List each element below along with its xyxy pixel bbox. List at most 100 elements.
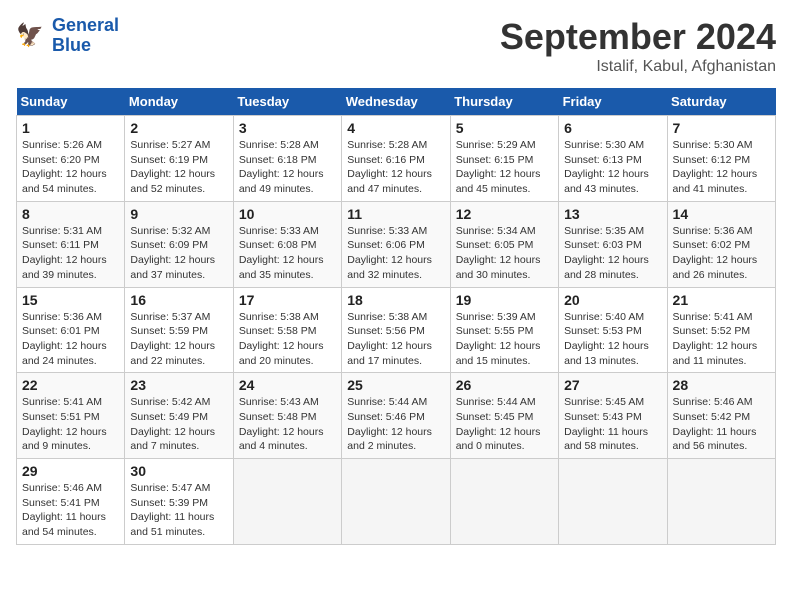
calendar-cell xyxy=(342,459,450,545)
daylight-label: Daylight: 11 hours and 56 minutes. xyxy=(673,426,757,453)
day-detail: Sunrise: 5:46 AM Sunset: 5:42 PM Dayligh… xyxy=(673,395,770,454)
page-header: 🦅 General Blue September 2024 Istalif, K… xyxy=(16,16,776,76)
day-number: 5 xyxy=(456,120,553,136)
daylight-label: Daylight: 12 hours and 49 minutes. xyxy=(239,168,324,195)
weekday-header: Friday xyxy=(559,88,667,116)
day-number: 3 xyxy=(239,120,336,136)
calendar-cell: 1 Sunrise: 5:26 AM Sunset: 6:20 PM Dayli… xyxy=(17,116,125,202)
day-number: 24 xyxy=(239,377,336,393)
day-number: 18 xyxy=(347,292,444,308)
sunrise-label: Sunrise: 5:44 AM xyxy=(347,396,427,408)
svg-text:🦅: 🦅 xyxy=(16,21,44,47)
calendar-week-row: 29 Sunrise: 5:46 AM Sunset: 5:41 PM Dayl… xyxy=(17,459,776,545)
sunset-label: Sunset: 6:20 PM xyxy=(22,154,100,166)
day-detail: Sunrise: 5:46 AM Sunset: 5:41 PM Dayligh… xyxy=(22,481,119,540)
sunrise-label: Sunrise: 5:34 AM xyxy=(456,225,536,237)
day-number: 22 xyxy=(22,377,119,393)
daylight-label: Daylight: 12 hours and 24 minutes. xyxy=(22,340,107,367)
sunset-label: Sunset: 6:15 PM xyxy=(456,154,534,166)
daylight-label: Daylight: 12 hours and 15 minutes. xyxy=(456,340,541,367)
day-number: 7 xyxy=(673,120,770,136)
day-detail: Sunrise: 5:41 AM Sunset: 5:51 PM Dayligh… xyxy=(22,395,119,454)
day-detail: Sunrise: 5:36 AM Sunset: 6:02 PM Dayligh… xyxy=(673,224,770,283)
sunrise-label: Sunrise: 5:46 AM xyxy=(22,482,102,494)
sunset-label: Sunset: 5:43 PM xyxy=(564,411,642,423)
daylight-label: Daylight: 12 hours and 26 minutes. xyxy=(673,254,758,281)
day-detail: Sunrise: 5:33 AM Sunset: 6:06 PM Dayligh… xyxy=(347,224,444,283)
calendar-cell: 27 Sunrise: 5:45 AM Sunset: 5:43 PM Dayl… xyxy=(559,373,667,459)
sunrise-label: Sunrise: 5:33 AM xyxy=(239,225,319,237)
day-detail: Sunrise: 5:45 AM Sunset: 5:43 PM Dayligh… xyxy=(564,395,661,454)
daylight-label: Daylight: 12 hours and 13 minutes. xyxy=(564,340,649,367)
logo-line1: General xyxy=(52,15,119,35)
day-number: 27 xyxy=(564,377,661,393)
sunrise-label: Sunrise: 5:30 AM xyxy=(564,139,644,151)
sunset-label: Sunset: 5:59 PM xyxy=(130,325,208,337)
sunset-label: Sunset: 6:16 PM xyxy=(347,154,425,166)
day-number: 16 xyxy=(130,292,227,308)
day-number: 25 xyxy=(347,377,444,393)
day-detail: Sunrise: 5:44 AM Sunset: 5:46 PM Dayligh… xyxy=(347,395,444,454)
calendar-cell: 23 Sunrise: 5:42 AM Sunset: 5:49 PM Dayl… xyxy=(125,373,233,459)
sunrise-label: Sunrise: 5:40 AM xyxy=(564,311,644,323)
sunset-label: Sunset: 6:01 PM xyxy=(22,325,100,337)
day-detail: Sunrise: 5:28 AM Sunset: 6:16 PM Dayligh… xyxy=(347,138,444,197)
calendar-cell: 24 Sunrise: 5:43 AM Sunset: 5:48 PM Dayl… xyxy=(233,373,341,459)
calendar-week-row: 15 Sunrise: 5:36 AM Sunset: 6:01 PM Dayl… xyxy=(17,287,776,373)
calendar-cell: 15 Sunrise: 5:36 AM Sunset: 6:01 PM Dayl… xyxy=(17,287,125,373)
sunrise-label: Sunrise: 5:39 AM xyxy=(456,311,536,323)
calendar-header-row: SundayMondayTuesdayWednesdayThursdayFrid… xyxy=(17,88,776,116)
day-detail: Sunrise: 5:35 AM Sunset: 6:03 PM Dayligh… xyxy=(564,224,661,283)
daylight-label: Daylight: 12 hours and 4 minutes. xyxy=(239,426,324,453)
calendar-week-row: 1 Sunrise: 5:26 AM Sunset: 6:20 PM Dayli… xyxy=(17,116,776,202)
day-number: 6 xyxy=(564,120,661,136)
day-detail: Sunrise: 5:39 AM Sunset: 5:55 PM Dayligh… xyxy=(456,310,553,369)
day-detail: Sunrise: 5:37 AM Sunset: 5:59 PM Dayligh… xyxy=(130,310,227,369)
daylight-label: Daylight: 12 hours and 2 minutes. xyxy=(347,426,432,453)
calendar-cell: 30 Sunrise: 5:47 AM Sunset: 5:39 PM Dayl… xyxy=(125,459,233,545)
calendar-cell: 3 Sunrise: 5:28 AM Sunset: 6:18 PM Dayli… xyxy=(233,116,341,202)
day-number: 1 xyxy=(22,120,119,136)
title-block: September 2024 Istalif, Kabul, Afghanist… xyxy=(500,16,776,76)
day-number: 30 xyxy=(130,463,227,479)
daylight-label: Daylight: 12 hours and 37 minutes. xyxy=(130,254,215,281)
sunset-label: Sunset: 6:03 PM xyxy=(564,239,642,251)
daylight-label: Daylight: 12 hours and 45 minutes. xyxy=(456,168,541,195)
calendar-cell: 14 Sunrise: 5:36 AM Sunset: 6:02 PM Dayl… xyxy=(667,201,775,287)
logo: 🦅 General Blue xyxy=(16,16,119,56)
logo-text: General Blue xyxy=(52,16,119,56)
calendar-cell: 9 Sunrise: 5:32 AM Sunset: 6:09 PM Dayli… xyxy=(125,201,233,287)
sunset-label: Sunset: 5:53 PM xyxy=(564,325,642,337)
sunrise-label: Sunrise: 5:32 AM xyxy=(130,225,210,237)
sunrise-label: Sunrise: 5:26 AM xyxy=(22,139,102,151)
calendar-cell: 5 Sunrise: 5:29 AM Sunset: 6:15 PM Dayli… xyxy=(450,116,558,202)
sunrise-label: Sunrise: 5:31 AM xyxy=(22,225,102,237)
daylight-label: Daylight: 11 hours and 54 minutes. xyxy=(22,511,106,538)
sunrise-label: Sunrise: 5:27 AM xyxy=(130,139,210,151)
calendar-cell xyxy=(667,459,775,545)
day-detail: Sunrise: 5:34 AM Sunset: 6:05 PM Dayligh… xyxy=(456,224,553,283)
calendar-week-row: 22 Sunrise: 5:41 AM Sunset: 5:51 PM Dayl… xyxy=(17,373,776,459)
daylight-label: Daylight: 11 hours and 51 minutes. xyxy=(130,511,214,538)
sunrise-label: Sunrise: 5:35 AM xyxy=(564,225,644,237)
calendar-cell: 17 Sunrise: 5:38 AM Sunset: 5:58 PM Dayl… xyxy=(233,287,341,373)
day-number: 2 xyxy=(130,120,227,136)
daylight-label: Daylight: 12 hours and 41 minutes. xyxy=(673,168,758,195)
day-detail: Sunrise: 5:32 AM Sunset: 6:09 PM Dayligh… xyxy=(130,224,227,283)
sunset-label: Sunset: 5:41 PM xyxy=(22,497,100,509)
daylight-label: Daylight: 12 hours and 0 minutes. xyxy=(456,426,541,453)
sunset-label: Sunset: 6:13 PM xyxy=(564,154,642,166)
calendar-week-row: 8 Sunrise: 5:31 AM Sunset: 6:11 PM Dayli… xyxy=(17,201,776,287)
day-detail: Sunrise: 5:36 AM Sunset: 6:01 PM Dayligh… xyxy=(22,310,119,369)
day-number: 20 xyxy=(564,292,661,308)
day-detail: Sunrise: 5:30 AM Sunset: 6:13 PM Dayligh… xyxy=(564,138,661,197)
sunset-label: Sunset: 6:05 PM xyxy=(456,239,534,251)
calendar-cell: 16 Sunrise: 5:37 AM Sunset: 5:59 PM Dayl… xyxy=(125,287,233,373)
day-number: 28 xyxy=(673,377,770,393)
sunset-label: Sunset: 6:08 PM xyxy=(239,239,317,251)
calendar-cell xyxy=(233,459,341,545)
calendar-cell: 18 Sunrise: 5:38 AM Sunset: 5:56 PM Dayl… xyxy=(342,287,450,373)
day-detail: Sunrise: 5:41 AM Sunset: 5:52 PM Dayligh… xyxy=(673,310,770,369)
day-number: 21 xyxy=(673,292,770,308)
sunrise-label: Sunrise: 5:41 AM xyxy=(673,311,753,323)
